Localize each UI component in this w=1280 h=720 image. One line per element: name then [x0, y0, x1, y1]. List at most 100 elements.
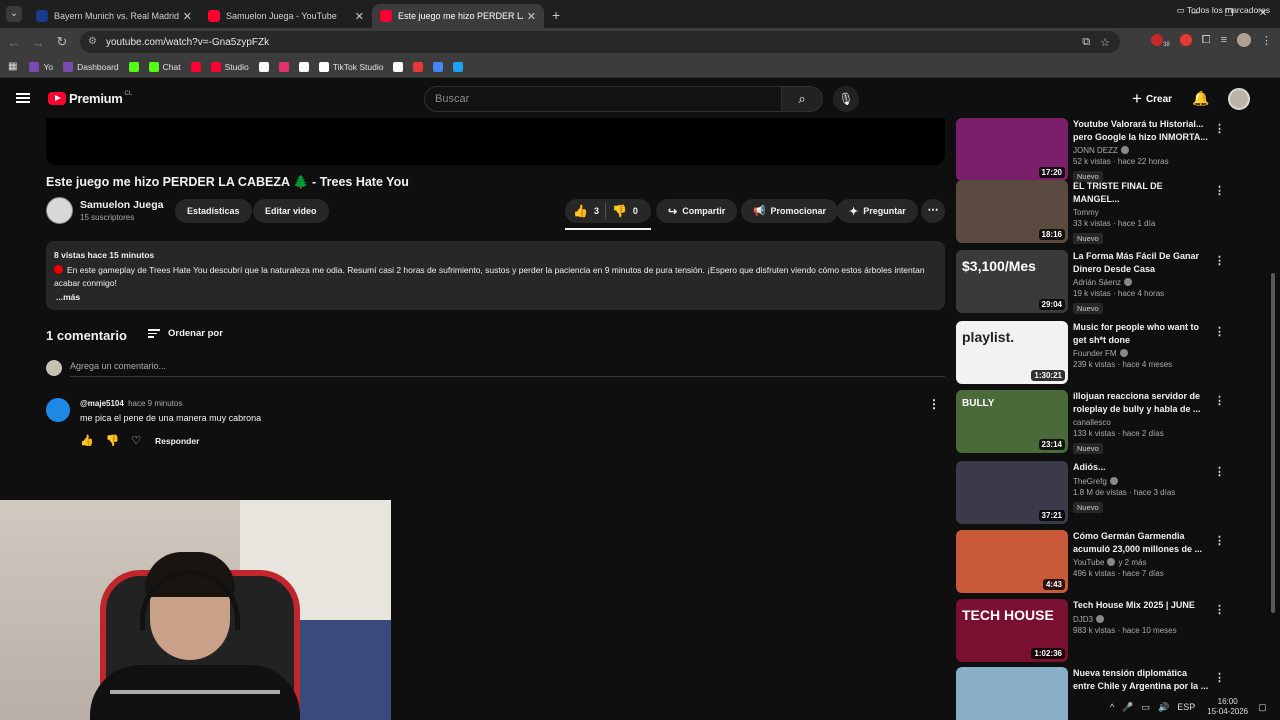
bookmark-item[interactable]: TikTok Studio [318, 61, 383, 72]
like-button[interactable]: 👍 3 [565, 204, 599, 218]
youtube-logo[interactable]: Premium CL [48, 91, 132, 106]
share-button[interactable]: ↪ Compartir [656, 199, 738, 223]
puzzle-extensions-icon[interactable]: ⧠ [1202, 34, 1211, 47]
comment-time[interactable]: hace 9 minutos [128, 399, 182, 408]
channel-avatar[interactable] [46, 197, 73, 224]
language-indicator[interactable]: ESP [1177, 702, 1195, 712]
video-thumbnail[interactable]: 18:16 [956, 180, 1068, 243]
promote-button[interactable]: 📢 Promocionar [741, 199, 838, 223]
comment-more-icon[interactable]: ⋮ [928, 397, 940, 411]
video-title[interactable]: Youtube Valorará tu Historial... pero Go… [1073, 118, 1211, 143]
edit-video-button[interactable]: Editar video [253, 199, 329, 223]
close-tab-icon[interactable]: ✕ [355, 10, 364, 23]
profile-avatar[interactable] [1237, 33, 1251, 47]
user-avatar[interactable] [1228, 88, 1250, 110]
video-title[interactable]: Nueva tensión diplomática entre Chile y … [1073, 667, 1211, 692]
channel-name[interactable]: YouTube [1073, 558, 1104, 567]
video-thumbnail[interactable]: 4:43 [956, 530, 1068, 593]
channel-name[interactable]: Founder FM [1073, 349, 1117, 358]
video-thumbnail[interactable]: playlist. 1:30:21 [956, 321, 1068, 384]
forward-icon[interactable]: → [26, 35, 50, 50]
more-options-icon[interactable]: ⋮ [1214, 394, 1225, 407]
comment-username[interactable]: @maje5104 [80, 399, 124, 408]
browser-tab-bayern[interactable]: Bayern Munich vs. Real Madrid ✕ [28, 4, 200, 28]
video-thumbnail[interactable] [956, 667, 1068, 720]
create-button[interactable]: + Crear [1124, 87, 1180, 111]
extension-icon[interactable] [1151, 34, 1164, 46]
recommended-video[interactable]: 4:43 Cómo Germán Garmendia acumuló 23,000… [956, 530, 1226, 594]
reload-icon[interactable]: ↻ [50, 34, 74, 50]
recommended-video[interactable]: 18:16 EL TRISTE FINAL DE MANGEL... Tommy 33… [956, 180, 1226, 244]
more-options-icon[interactable]: ⋮ [1214, 465, 1225, 478]
video-title[interactable]: illojuan reacciona servidor de roleplay … [1073, 390, 1211, 415]
tab-search-icon[interactable]: ⌄ [6, 6, 22, 22]
media-control-icon[interactable]: ≡ [1221, 34, 1227, 46]
dislike-button[interactable]: 👎 0 [610, 204, 638, 218]
channel-name[interactable]: Samuelon Juega [80, 199, 163, 211]
channel-name[interactable]: canallesco [1073, 418, 1111, 427]
recommended-video[interactable]: playlist. 1:30:21 Music for people who wan… [956, 321, 1226, 385]
comment-dislike-icon[interactable]: 👎 [106, 434, 120, 447]
voice-search-button[interactable]: 🎙 [833, 86, 859, 112]
bookmark-item[interactable] [128, 61, 143, 72]
bookmark-item[interactable] [433, 61, 447, 72]
site-info-icon[interactable]: ⚙ [88, 37, 100, 47]
bookmark-item[interactable]: Dashboard [63, 61, 119, 72]
browser-tab-current[interactable]: Este juego me hizo PERDER LA ✕ [372, 4, 544, 28]
more-options-icon[interactable]: ⋮ [1214, 671, 1225, 684]
channel-name[interactable]: Tommy [1073, 208, 1099, 217]
search-input[interactable]: Buscar [424, 86, 782, 112]
channel-name[interactable]: Adrián Sáenz [1073, 278, 1121, 287]
video-thumbnail[interactable]: 17:20 [956, 118, 1068, 181]
notifications-bell-icon[interactable]: 🔔 [1192, 90, 1209, 107]
video-thumbnail[interactable]: BULLY 23:14 [956, 390, 1068, 453]
bookmark-item[interactable] [278, 61, 293, 72]
ask-button[interactable]: ✦ Preguntar [837, 199, 918, 223]
more-options-icon[interactable]: ⋮ [1214, 122, 1225, 135]
recommended-video[interactable]: $3,100/Mes 29:04 La Forma Más Fácil De Gan… [956, 250, 1226, 314]
all-bookmarks-link[interactable]: ▭ Todos los marcadores [1177, 5, 1270, 16]
video-title[interactable]: La Forma Más Fácil De Ganar Dinero Desde… [1073, 250, 1211, 275]
commenter-avatar[interactable] [46, 398, 70, 422]
stats-button[interactable]: Estadísticas [175, 199, 252, 223]
channel-name[interactable]: JONN DEZZ [1073, 146, 1118, 155]
close-tab-icon[interactable]: ✕ [183, 10, 192, 23]
address-bar[interactable]: ⚙ youtube.com/watch?v=-Gna5zypFZk ⧉ ☆ [80, 31, 1120, 53]
back-icon[interactable]: ← [2, 35, 26, 50]
more-options-icon[interactable]: ⋮ [1214, 325, 1225, 338]
video-player[interactable] [46, 118, 945, 165]
reply-button[interactable]: Responder [155, 436, 199, 446]
recommended-video[interactable]: 37:21 Adiós... TheGrefg 1.8 M de vistas · h… [956, 461, 1226, 525]
bookmark-item[interactable] [190, 61, 205, 72]
video-thumbnail[interactable]: $3,100/Mes 29:04 [956, 250, 1068, 313]
scrollbar-thumb[interactable] [1271, 273, 1275, 613]
page-scrollbar[interactable] [1270, 118, 1276, 693]
more-options-icon[interactable]: ⋮ [1214, 254, 1225, 267]
close-tab-icon[interactable]: ✕ [527, 10, 536, 23]
more-actions-button[interactable]: ⋯ [921, 199, 945, 223]
record-extension-icon[interactable] [1179, 34, 1192, 46]
bookmark-item[interactable] [453, 61, 467, 72]
browser-menu-icon[interactable]: ⋮ [1261, 34, 1272, 47]
tray-microphone-icon[interactable]: 🎤 [1122, 702, 1133, 713]
network-icon[interactable]: ▭ [1141, 702, 1150, 713]
browser-tab-samuelon[interactable]: Samuelon Juega - YouTube ✕ [200, 4, 372, 28]
description-box[interactable]: 8 vistas hace 15 minutos En este gamepla… [46, 241, 945, 310]
recommended-video[interactable]: BULLY 23:14 illojuan reacciona servidor de… [956, 390, 1226, 454]
apps-grid-icon[interactable]: ▦ [8, 61, 17, 72]
heart-icon[interactable]: ♡ [131, 434, 141, 447]
bookmark-item[interactable]: Yo [29, 61, 53, 72]
bookmark-item[interactable] [258, 61, 273, 72]
video-title[interactable]: Music for people who want to get sh*t do… [1073, 321, 1211, 346]
clock[interactable]: 16:00 15-04-2026 [1207, 697, 1248, 717]
recommended-video[interactable]: TECH HOUSE 1:02:36 Tech House Mix 2025 | J… [956, 599, 1226, 663]
comment-like-icon[interactable]: 👍 [80, 434, 94, 447]
sort-comments-button[interactable]: Ordenar por [148, 327, 223, 340]
new-tab-button[interactable]: + [552, 7, 560, 23]
search-button[interactable]: ⌕ [781, 86, 823, 112]
more-options-icon[interactable]: ⋮ [1214, 603, 1225, 616]
bookmark-star-icon[interactable]: ☆ [1100, 36, 1110, 49]
volume-icon[interactable]: 🔊 [1158, 702, 1169, 713]
bookmark-item[interactable]: Chat [148, 61, 181, 72]
add-comment-input[interactable]: Agrega un comentario... [70, 361, 945, 377]
